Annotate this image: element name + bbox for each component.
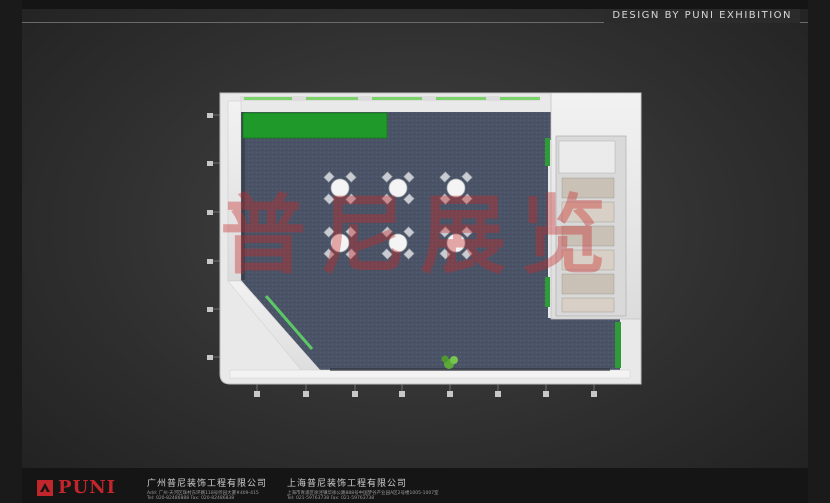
booth-render — [207, 92, 642, 397]
left-spotlights — [207, 113, 213, 360]
company-tel: Tel: 020-82486888 Fax: 020-82486838 — [147, 496, 235, 501]
company-name: 广州普尼装饰工程有限公司 — [147, 479, 268, 489]
top-light-strip — [240, 96, 540, 101]
company-guangzhou: 广州普尼装饰工程有限公司 Add: 广州·天河区珠村东环路118号侨园大厦#40… — [147, 476, 267, 501]
left-spotlight-arms — [213, 114, 220, 358]
puni-logo-icon — [37, 480, 53, 496]
company-tel: Tel: 021-59763738 Fax: 021-59763738 — [287, 496, 375, 501]
company-name: 上海普尼装饰工程有限公司 — [287, 479, 408, 489]
logo-text: PUNI — [58, 477, 117, 498]
company-shanghai: 上海普尼装饰工程有限公司 上海市青浦区徐泾镇华徐公路888号中国梦谷产业园A区2… — [287, 476, 439, 501]
bottom-spotlights — [254, 391, 597, 397]
green-panel — [242, 112, 388, 139]
